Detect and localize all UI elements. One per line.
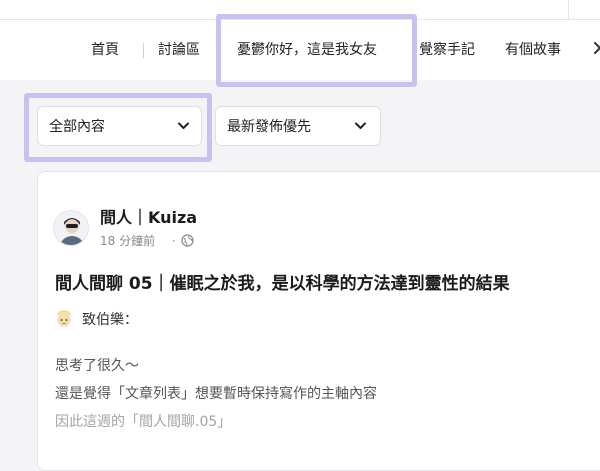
sort-select[interactable]: 最新發佈優先 (215, 106, 381, 146)
chevron-down-icon (355, 122, 366, 129)
meta-separator: · (172, 234, 176, 248)
header-corner-control[interactable] (568, 0, 600, 19)
nav-divider (143, 43, 144, 58)
post-title[interactable]: 間人間聊 05｜催眠之於我，是以科學的方法達到靈性的結果 (55, 272, 510, 296)
tab-awareness-notes[interactable]: 覺察手記 (419, 40, 475, 60)
post-body-line: 思考了很久～ (55, 358, 139, 374)
post-body-line: 因此這週的「間人間聊.05」 (55, 414, 232, 430)
author-avatar[interactable] (53, 210, 89, 246)
sort-value: 最新發佈優先 (227, 119, 311, 135)
post-time: 18 分鐘前 (100, 234, 156, 248)
post-greeting: 致伯樂： (82, 312, 138, 328)
post-meta: 18 分鐘前 · (100, 232, 194, 250)
tab-forum[interactable]: 討論區 (158, 40, 200, 60)
post-body-line: 還是覺得「文章列表」想要暫時保持寫作的主軸內容 (55, 386, 377, 402)
baby-angel-emoji-icon (57, 310, 71, 327)
tab-home[interactable]: 首頁 (91, 40, 119, 60)
public-visibility-icon (181, 234, 194, 247)
filter-highlight-frame (24, 93, 212, 162)
chevron-right-icon[interactable] (594, 41, 600, 55)
tab-a-story[interactable]: 有個故事 (505, 40, 561, 60)
tab-highlight-frame (216, 14, 417, 87)
post-card[interactable]: 間人｜Kuiza 18 分鐘前 · 間人間聊 05｜催眠之於我，是以科學的方法達… (37, 171, 600, 471)
author-name[interactable]: 間人｜Kuiza (100, 207, 197, 229)
